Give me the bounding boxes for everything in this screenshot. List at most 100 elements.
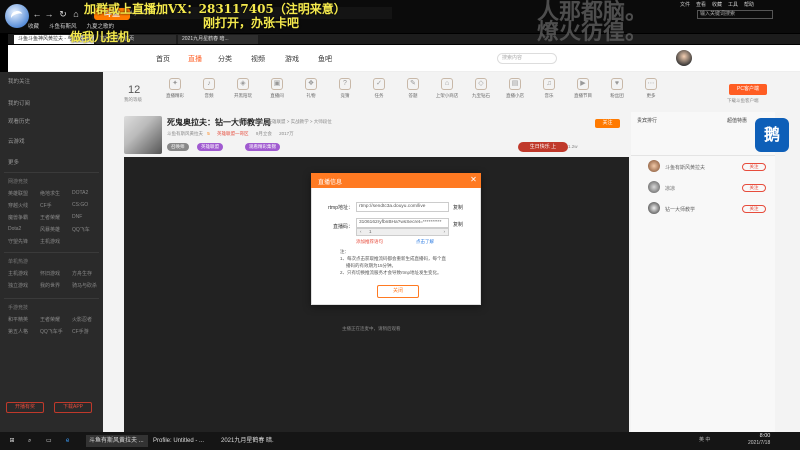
sidebar-item-more[interactable]: 更多 (8, 158, 19, 166)
nav-game[interactable]: 游戏 (285, 54, 299, 64)
feature-item[interactable]: ♫ 音乐 (532, 78, 566, 99)
system-tray[interactable]: 英 中 (699, 436, 710, 443)
sidebar-category[interactable]: 我的世界 (40, 282, 60, 289)
rank-badge[interactable]: 英雄联盟一哥区 (217, 131, 249, 136)
sidebar-category[interactable]: 守望先锋 (8, 238, 28, 245)
user-avatar[interactable] (648, 160, 660, 172)
sidebar-category[interactable]: CF手 (40, 202, 52, 209)
feature-item[interactable]: ? 竞猜 (328, 78, 362, 99)
stream-key-select[interactable]: ‹ 1 › (356, 228, 449, 236)
sidebar-category[interactable]: 风暴英雄 (40, 226, 60, 233)
taskbar-item[interactable]: 斗鱼有斯风黄拉夫 ... (86, 435, 148, 447)
sidebar-item-cloud-game[interactable]: 云游戏 (8, 137, 25, 145)
tab-special-offer[interactable]: 超值特惠 (727, 117, 747, 124)
room-category[interactable]: 斗鱼：英雄联盟 > 实战教学 > 大师段位 (254, 119, 332, 125)
room-tag[interactable]: 观看精彩集锦 (245, 143, 280, 151)
nav-video[interactable]: 视频 (251, 54, 265, 64)
room-tag[interactable]: 召唤师 (167, 143, 189, 151)
taskbar-item[interactable]: 2021九月星鹤春 暗... (218, 435, 274, 447)
sidebar-category[interactable]: 英雄联盟 (8, 190, 28, 197)
copy-key-button[interactable]: 复制 (453, 221, 463, 228)
pc-client-button[interactable]: PC客户端 (729, 84, 767, 95)
menu-item-tools[interactable]: 工具 (728, 1, 738, 8)
feature-item[interactable]: ✦ 直播精彩 (158, 78, 192, 99)
sidebar-category[interactable]: 骑马与砍杀 (72, 282, 97, 289)
feature-item[interactable]: ▣ 直播间 (260, 78, 294, 99)
download-app-button[interactable]: 下载APP (54, 402, 92, 413)
avatar[interactable] (676, 50, 692, 66)
nav-live[interactable]: 直播 (188, 54, 202, 64)
sidebar-item-follow[interactable]: 我的关注 (8, 77, 30, 85)
sidebar-category[interactable]: 主机游戏 (8, 270, 28, 277)
user-follow-button[interactable]: 关注 (742, 205, 766, 213)
user-follow-button[interactable]: 关注 (742, 163, 766, 171)
sidebar-category[interactable]: DNF (72, 214, 82, 220)
menu-item-favorites[interactable]: 收藏 (712, 1, 722, 8)
dialog-close-button[interactable]: 关闭 (377, 285, 419, 298)
sidebar-category[interactable]: 和平精英 (8, 316, 28, 323)
bookmark-item[interactable]: 收藏 (28, 22, 39, 32)
user-name[interactable]: 凉凉 (665, 185, 675, 192)
sidebar-item-subscribe[interactable]: 我的订阅 (8, 99, 30, 107)
room-tag[interactable]: 英雄联盟 (197, 143, 223, 151)
sidebar-category[interactable]: 方舟生存 (72, 270, 92, 277)
sidebar-item-history[interactable]: 观看历史 (8, 117, 30, 125)
sidebar-category[interactable]: DOTA2 (72, 190, 88, 196)
room-thumbnail[interactable] (124, 116, 162, 154)
copy-rtmp-button[interactable]: 复制 (453, 204, 463, 211)
feature-item[interactable]: ◈ 开黑陪玩 (226, 78, 260, 99)
nav-category[interactable]: 分类 (218, 54, 232, 64)
feature-item[interactable]: ♪ 音频 (192, 78, 226, 99)
start-live-button[interactable]: 开播有奖 (6, 402, 44, 413)
event-badge[interactable]: 生日快乐 上 (518, 142, 568, 152)
feature-item[interactable]: ♥ 粉丝团 (600, 78, 634, 99)
user-avatar[interactable] (648, 202, 660, 214)
sidebar-category[interactable]: 王者荣耀 (40, 316, 60, 323)
menu-item-view[interactable]: 查看 (696, 1, 706, 8)
sidebar-category[interactable]: 王者荣耀 (40, 214, 60, 221)
nav-fishbar[interactable]: 鱼吧 (318, 54, 332, 64)
menu-item-help[interactable]: 帮助 (744, 1, 754, 8)
user-follow-button[interactable]: 关注 (742, 184, 766, 192)
feature-item[interactable]: ✓ 任务 (362, 78, 396, 99)
back-icon[interactable]: ← (32, 9, 42, 19)
nav-home[interactable]: 首页 (156, 54, 170, 64)
feature-item[interactable]: ⌂ 上架小商店 (430, 78, 464, 99)
mascot-badge[interactable]: 鹅 (755, 118, 789, 152)
feature-item[interactable]: ⋯ 更多 (634, 78, 668, 99)
feature-item[interactable]: ◇ 九宝钻石 (464, 78, 498, 99)
sidebar-category[interactable]: 穿越火线 (8, 202, 28, 209)
sidebar-category[interactable]: 魔兽争霸 (8, 214, 28, 221)
browser-icon[interactable]: e (66, 435, 69, 447)
sidebar-category[interactable]: CS:GO (72, 202, 88, 208)
taskbar-item[interactable]: Profile: Untitled - ... (150, 435, 216, 447)
menu-item-file[interactable]: 文件 (680, 1, 690, 8)
feature-item[interactable]: ▶ 直播节目 (566, 78, 600, 99)
user-avatar[interactable] (648, 181, 660, 193)
sidebar-category[interactable]: QQ飞车 (72, 226, 90, 233)
user-name[interactable]: 斗鱼有斯风黄拉夫 (665, 164, 705, 171)
rtmp-address-field[interactable]: rtmp://sendtc3a.douyu.com/live (356, 202, 449, 212)
task-view-icon[interactable]: ▭ (46, 435, 52, 447)
browser-search-input[interactable]: 输入关键词搜索 (697, 10, 773, 19)
refresh-icon[interactable]: ↻ (58, 9, 68, 19)
sidebar-category[interactable]: Dota2 (8, 226, 21, 232)
sidebar-category[interactable]: 怀旧游戏 (40, 270, 60, 277)
sidebar-category[interactable]: 绝地求生 (40, 190, 60, 197)
user-name[interactable]: 钻一大师教学 (665, 206, 695, 213)
feature-item[interactable]: ▤ 直播小店 (498, 78, 532, 99)
host-name[interactable]: 斗鱼有斯风黄拉夫 (167, 131, 203, 136)
sidebar-category[interactable]: CF手游 (72, 328, 89, 335)
sidebar-category[interactable]: QQ飞车手 (40, 328, 63, 335)
stream-key-field[interactable]: 3106162ryfbnBHa?wsSecret=********** (356, 218, 449, 228)
search-icon[interactable]: ⌕ (28, 435, 31, 447)
windows-start-icon[interactable]: ⊞ (6, 435, 18, 447)
close-icon[interactable]: ✕ (469, 176, 478, 185)
home-icon[interactable]: ⌂ (71, 9, 81, 19)
forward-icon[interactable]: → (44, 9, 54, 19)
sidebar-category[interactable]: 独立游戏 (8, 282, 28, 289)
feature-item[interactable]: ✎ 答题 (396, 78, 430, 99)
feature-item[interactable]: ❖ 礼物 (294, 78, 328, 99)
site-search-input[interactable]: 搜索内容 (497, 53, 557, 64)
follow-button[interactable]: 关注 (595, 119, 620, 128)
